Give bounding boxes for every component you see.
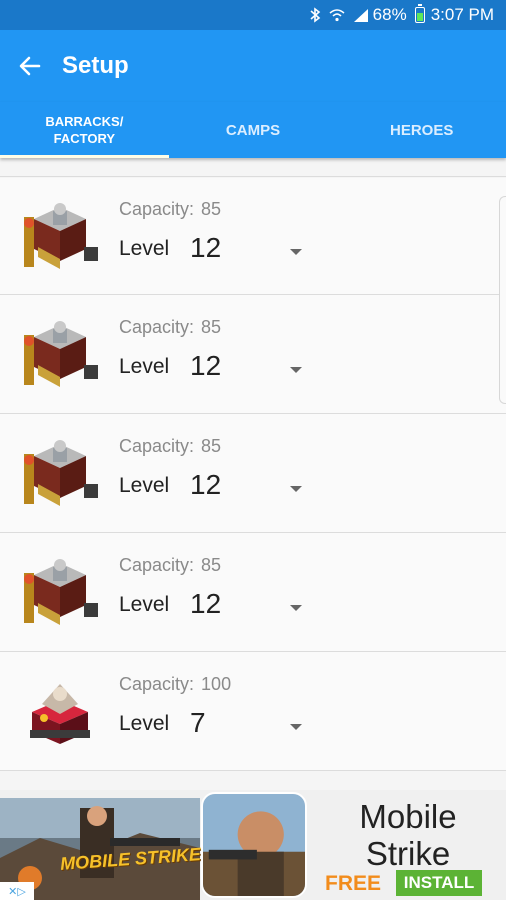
wifi-icon bbox=[329, 8, 345, 22]
tab-camps[interactable]: CAMPS bbox=[169, 102, 338, 158]
signal-icon bbox=[353, 8, 369, 23]
level-label: Level bbox=[119, 237, 170, 260]
bluetooth-icon bbox=[309, 7, 321, 23]
page-title: Setup bbox=[62, 52, 129, 79]
tab-label: CAMPS bbox=[225, 121, 281, 139]
back-arrow-icon[interactable] bbox=[12, 48, 48, 84]
ad-title: Mobile Strike bbox=[359, 798, 457, 872]
capacity: Capacity: 85 bbox=[119, 199, 221, 220]
capacity-label: Capacity: bbox=[119, 436, 195, 456]
capacity: Capacity: 85 bbox=[119, 317, 221, 338]
barracks-icon bbox=[24, 559, 98, 625]
capacity: Capacity: 85 bbox=[119, 555, 221, 576]
clock: 3:07 PM bbox=[430, 5, 494, 24]
tab-barracks-factory[interactable]: BARRACKS/ FACTORY bbox=[0, 102, 169, 158]
ad-banner[interactable]: MOBILE STRIKE Mobile Strike FREE INSTALL bbox=[0, 790, 506, 900]
capacity-label: Capacity: bbox=[119, 555, 195, 575]
capacity-label: Capacity: bbox=[119, 199, 195, 219]
barracks-icon bbox=[24, 321, 98, 387]
level-label: Level bbox=[119, 355, 170, 378]
capacity-label: Capacity: bbox=[119, 674, 195, 694]
level-select-value[interactable]: 12 bbox=[190, 588, 221, 620]
list-item: Capacity: 100 Level 7 bbox=[0, 652, 506, 771]
list-item: Capacity: 85 Level 12 bbox=[0, 176, 506, 295]
capacity-value: 100 bbox=[201, 674, 232, 694]
building-list: Capacity: 85 Level 12 Capacity: 85 Level 1… bbox=[0, 176, 506, 771]
tab-heroes[interactable]: HEROES bbox=[337, 102, 506, 158]
capacity: Capacity: 85 bbox=[119, 436, 221, 457]
app-bar: Setup bbox=[0, 30, 506, 102]
dropdown-arrow-icon[interactable] bbox=[290, 486, 302, 492]
adchoices-icon[interactable]: ✕▷ bbox=[0, 882, 34, 900]
tab-bar: BARRACKS/ FACTORY CAMPS HEROES bbox=[0, 102, 506, 158]
level-select-value[interactable]: 12 bbox=[190, 469, 221, 501]
list-item: Capacity: 85 Level 12 bbox=[0, 533, 506, 652]
app-icon bbox=[201, 792, 307, 898]
capacity-value: 85 bbox=[201, 317, 222, 337]
list-item: Capacity: 85 Level 12 bbox=[0, 414, 506, 533]
tab-label: BARRACKS/ FACTORY bbox=[45, 114, 124, 146]
capacity-value: 85 bbox=[201, 199, 222, 219]
barracks-icon bbox=[24, 440, 98, 506]
level-select-value[interactable]: 7 bbox=[190, 707, 206, 739]
tab-label: HEROES bbox=[390, 121, 454, 139]
level-select-value[interactable]: 12 bbox=[190, 350, 221, 382]
barracks-icon bbox=[24, 203, 98, 269]
dropdown-arrow-icon[interactable] bbox=[290, 605, 302, 611]
capacity-label: Capacity: bbox=[119, 317, 195, 337]
capacity-value: 85 bbox=[201, 436, 222, 456]
capacity-value: 85 bbox=[201, 555, 222, 575]
dropdown-arrow-icon[interactable] bbox=[290, 249, 302, 255]
dropdown-arrow-icon[interactable] bbox=[290, 367, 302, 373]
status-bar: 68% 3:07 PM bbox=[0, 0, 506, 30]
battery-percent: 68% bbox=[372, 5, 407, 24]
side-panel-handle[interactable] bbox=[499, 196, 506, 404]
level-label: Level bbox=[119, 593, 170, 616]
install-button[interactable]: INSTALL bbox=[396, 870, 482, 896]
level-select-value[interactable]: 12 bbox=[190, 232, 221, 264]
level-label: Level bbox=[119, 474, 170, 497]
level-label: Level bbox=[119, 712, 170, 735]
spell-factory-icon bbox=[30, 684, 90, 744]
capacity: Capacity: 100 bbox=[119, 674, 231, 695]
ad-free-label: FREE bbox=[325, 872, 382, 895]
battery-icon bbox=[414, 4, 425, 23]
dropdown-arrow-icon[interactable] bbox=[290, 724, 302, 730]
list-item: Capacity: 85 Level 12 bbox=[0, 295, 506, 414]
